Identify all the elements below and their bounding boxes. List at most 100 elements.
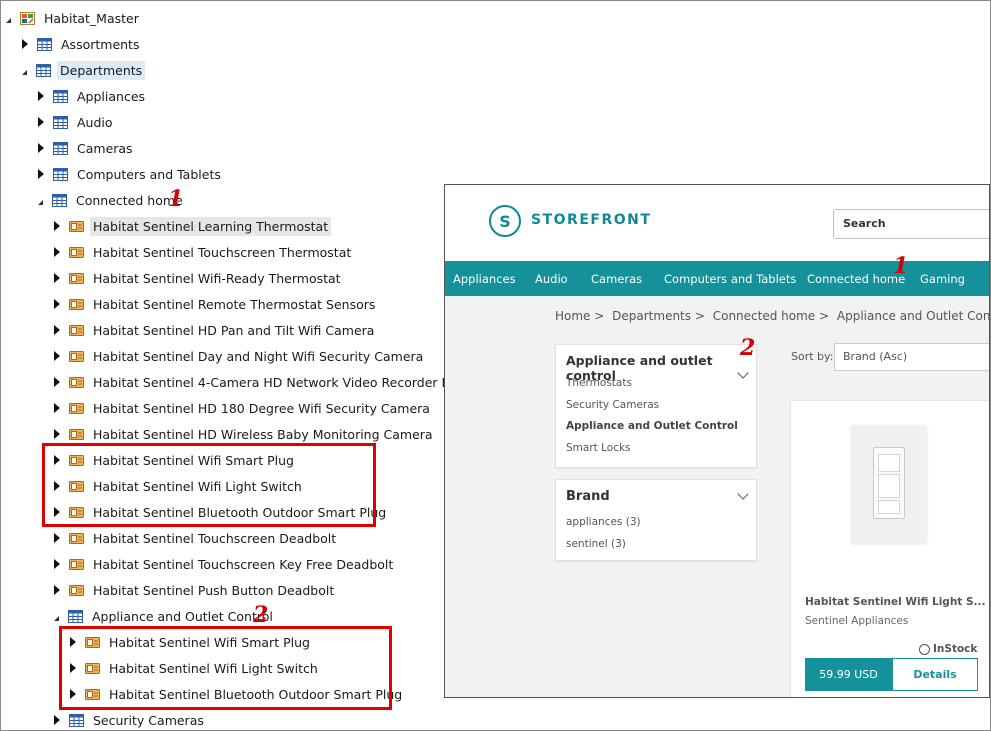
nav-item-appliances[interactable]: Appliances: [453, 272, 516, 286]
tree-node-product[interactable]: Habitat Sentinel Day and Night Wifi Secu…: [54, 345, 426, 367]
facet-item[interactable]: sentinel (3): [566, 538, 626, 550]
category-icon: [52, 194, 67, 207]
tree-node-product[interactable]: Habitat Sentinel Remote Thermostat Senso…: [54, 293, 378, 315]
expand-arrow-icon[interactable]: [54, 559, 60, 569]
tree-node-product[interactable]: Habitat Sentinel Push Button Deadbolt: [54, 579, 337, 601]
nav-item-audio[interactable]: Audio: [535, 272, 568, 286]
breadcrumb-departments[interactable]: Departments >: [612, 309, 705, 323]
annotation-number-2: 2: [253, 602, 269, 628]
expand-arrow-icon[interactable]: [22, 39, 28, 49]
collapse-arrow-icon[interactable]: [38, 199, 43, 205]
nav-item-cameras[interactable]: Cameras: [591, 272, 642, 286]
tree-node-security-cameras[interactable]: Security Cameras: [54, 709, 207, 731]
search-input[interactable]: Search: [833, 209, 989, 239]
tree-node-connected-home[interactable]: Connected home: [38, 189, 186, 211]
expand-arrow-icon[interactable]: [54, 715, 60, 725]
category-facet-card: Appliance and outlet control Thermostats…: [555, 344, 757, 468]
nav-item-computers[interactable]: Computers and Tablets: [664, 272, 796, 286]
collapse-arrow-icon[interactable]: [22, 69, 27, 75]
tree-node-product[interactable]: Habitat Sentinel Touchscreen Thermostat: [54, 241, 354, 263]
stock-status: InStock: [919, 643, 977, 655]
product-icon: [69, 220, 84, 233]
expand-arrow-icon[interactable]: [54, 299, 60, 309]
facet-item-active[interactable]: Appliance and Outlet Control: [566, 420, 738, 432]
tree-node-label: Habitat Sentinel Push Button Deadbolt: [93, 582, 335, 598]
expand-arrow-icon[interactable]: [54, 273, 60, 283]
tree-node-product[interactable]: Habitat Sentinel HD Pan and Tilt Wifi Ca…: [54, 319, 377, 341]
expand-arrow-icon[interactable]: [38, 91, 44, 101]
product-icon: [69, 246, 84, 259]
tree-node-assortments[interactable]: Assortments: [22, 33, 142, 55]
tree-node-cameras[interactable]: Cameras: [38, 137, 136, 159]
expand-arrow-icon[interactable]: [54, 351, 60, 361]
facet-item[interactable]: Security Cameras: [566, 399, 659, 411]
nav-item-connected-home[interactable]: Connected home: [807, 272, 905, 286]
expand-arrow-icon[interactable]: [54, 247, 60, 257]
collapse-arrow-icon[interactable]: [6, 17, 11, 23]
expand-arrow-icon[interactable]: [38, 117, 44, 127]
tree-node-appliances[interactable]: Appliances: [38, 85, 148, 107]
category-icon: [53, 90, 68, 103]
tree-node-computers[interactable]: Computers and Tablets: [38, 163, 224, 185]
tree-node-product[interactable]: Habitat Sentinel 4-Camera HD Network Vid…: [54, 371, 488, 393]
product-name[interactable]: Habitat Sentinel Wifi Light S...: [805, 596, 986, 608]
tree-node-label: Habitat Sentinel Learning Thermostat: [90, 216, 332, 236]
tree-node-label: Habitat Sentinel Wifi-Ready Thermostat: [93, 270, 341, 286]
tree-node-label: Security Cameras: [93, 712, 204, 728]
facet-item[interactable]: Smart Locks: [566, 442, 631, 454]
storefront-logo-icon[interactable]: S: [489, 205, 521, 237]
product-icon: [69, 532, 84, 545]
expand-arrow-icon[interactable]: [54, 429, 60, 439]
collapse-arrow-icon[interactable]: [54, 615, 59, 621]
product-icon: [69, 350, 84, 363]
storefront-logo-text[interactable]: STOREFRONT: [531, 212, 651, 228]
tree-node-product[interactable]: Habitat Sentinel Wifi-Ready Thermostat: [54, 267, 344, 289]
facet-item[interactable]: Thermostats: [566, 377, 632, 389]
tree-node-label: Habitat Sentinel Touchscreen Deadbolt: [93, 530, 337, 546]
expand-arrow-icon[interactable]: [54, 325, 60, 335]
tree-node-label: Cameras: [77, 140, 133, 156]
tree-node-departments[interactable]: Departments: [22, 59, 146, 81]
expand-arrow-icon[interactable]: [54, 403, 60, 413]
product-icon: [69, 298, 84, 311]
product-card: Habitat Sentinel Wifi Light S... Sentine…: [790, 400, 989, 697]
expand-arrow-icon[interactable]: [54, 533, 60, 543]
chevron-down-icon[interactable]: [737, 488, 749, 500]
tree-node-label: Computers and Tablets: [77, 166, 221, 182]
product-icon: [69, 584, 84, 597]
brand-facet-title[interactable]: Brand: [566, 489, 610, 504]
tree-node-product[interactable]: Habitat Sentinel HD Wireless Baby Monito…: [54, 423, 436, 445]
tree-node-product[interactable]: Habitat Sentinel Touchscreen Key Free De…: [54, 553, 396, 575]
brand-facet-card: Brand appliances (3) sentinel (3): [555, 479, 757, 561]
tree-node-audio[interactable]: Audio: [38, 111, 116, 133]
annotation-box-top: [42, 443, 376, 527]
tree-node-label: Habitat Sentinel Remote Thermostat Senso…: [93, 296, 376, 312]
sort-select[interactable]: Brand (Asc): [834, 343, 989, 371]
nav-item-gaming[interactable]: Gaming: [920, 272, 965, 286]
expand-arrow-icon[interactable]: [38, 169, 44, 179]
product-brand: Sentinel Appliances: [805, 615, 909, 627]
details-button[interactable]: Details: [892, 658, 978, 691]
product-icon: [69, 324, 84, 337]
expand-arrow-icon[interactable]: [54, 585, 60, 595]
breadcrumb-connected-home[interactable]: Connected home >: [713, 309, 829, 323]
expand-arrow-icon[interactable]: [54, 377, 60, 387]
tree-node-product[interactable]: Habitat Sentinel Learning Thermostat: [54, 215, 332, 237]
price-button[interactable]: 59.99 USD: [805, 658, 892, 691]
expand-arrow-icon[interactable]: [38, 143, 44, 153]
tree-node-appliance-outlet[interactable]: Appliance and Outlet Control: [54, 605, 276, 627]
category-icon: [53, 116, 68, 129]
facet-item[interactable]: appliances (3): [566, 516, 641, 528]
tree-node-product[interactable]: Habitat Sentinel Touchscreen Deadbolt: [54, 527, 339, 549]
sort-label: Sort by:: [791, 350, 834, 363]
category-icon: [37, 38, 52, 51]
tree-node-label: Appliances: [77, 88, 146, 104]
annotation-number-1: 1: [893, 253, 909, 279]
product-icon: [69, 376, 84, 389]
tree-node-product[interactable]: Habitat Sentinel HD 180 Degree Wifi Secu…: [54, 397, 433, 419]
expand-arrow-icon[interactable]: [54, 221, 60, 231]
tree-node-root[interactable]: Habitat_Master: [6, 7, 142, 29]
breadcrumb-home[interactable]: Home >: [555, 309, 604, 323]
product-image[interactable]: [851, 425, 927, 543]
annotation-number-2: 2: [740, 335, 756, 361]
